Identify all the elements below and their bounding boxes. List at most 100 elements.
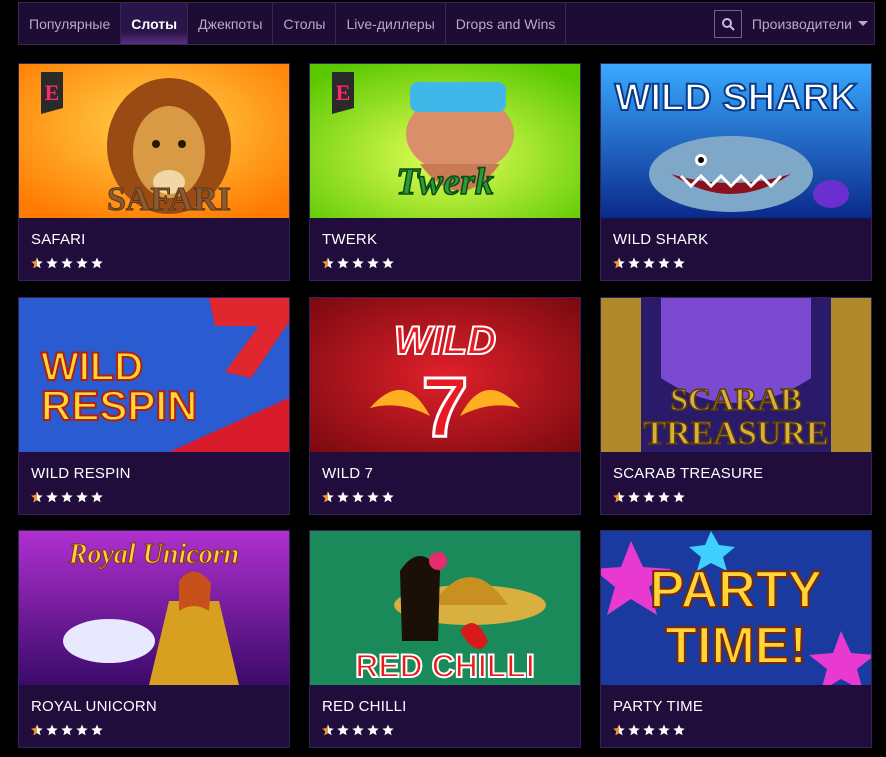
game-title: ROYAL UNICORN xyxy=(31,698,157,715)
game-card-safari[interactable]: E SAFARI SAFARI xyxy=(18,63,290,281)
game-logo-text: PARTY xyxy=(650,561,822,619)
star-icon xyxy=(367,491,379,503)
game-title: WILD 7 xyxy=(322,465,374,482)
star-icon xyxy=(382,724,394,736)
game-logo-text: SCARAB xyxy=(670,381,802,417)
game-card-twerk[interactable]: E Twerk TWERK xyxy=(309,63,581,281)
star-icon xyxy=(31,257,43,269)
game-thumbnail: RED CHILLI xyxy=(310,531,580,685)
game-card-party-time[interactable]: PARTY TIME! PARTY TIME xyxy=(600,530,872,748)
star-icon xyxy=(337,724,349,736)
star-icon xyxy=(382,491,394,503)
star-icon xyxy=(643,724,655,736)
star-icon xyxy=(643,491,655,503)
star-icon xyxy=(613,491,625,503)
rating-stars xyxy=(613,491,685,503)
game-logo-text: WILD xyxy=(394,319,496,363)
star-icon xyxy=(31,491,43,503)
svg-text:RESPIN: RESPIN xyxy=(41,382,197,429)
game-title: WILD SHARK xyxy=(613,231,709,248)
tab-popular[interactable]: Популярные xyxy=(19,3,122,44)
game-title: WILD RESPIN xyxy=(31,465,131,482)
star-icon xyxy=(91,491,103,503)
game-thumbnail: PARTY TIME! xyxy=(601,531,871,685)
game-thumbnail: SCARAB TREASURE xyxy=(601,298,871,452)
tab-tables[interactable]: Столы xyxy=(273,3,337,44)
star-icon xyxy=(658,257,670,269)
star-icon xyxy=(673,724,685,736)
star-icon xyxy=(337,491,349,503)
providers-dropdown[interactable]: Производители xyxy=(752,16,874,32)
star-icon xyxy=(61,491,73,503)
search-icon xyxy=(721,17,735,31)
game-title: SAFARI xyxy=(31,231,86,248)
game-card-scarab-treasure[interactable]: SCARAB TREASURE SCARAB TREASURE xyxy=(600,297,872,515)
star-icon xyxy=(91,257,103,269)
rating-stars xyxy=(322,491,394,503)
star-icon xyxy=(322,257,334,269)
game-title: SCARAB TREASURE xyxy=(613,465,764,482)
tab-slots[interactable]: Слоты xyxy=(121,3,189,44)
search-button[interactable] xyxy=(713,9,742,38)
star-icon xyxy=(76,491,88,503)
tab-drops-and-wins[interactable]: Drops and Wins xyxy=(446,3,567,44)
game-logo-text: WILD SHARK xyxy=(615,77,858,119)
game-title: RED CHILLI xyxy=(322,698,407,715)
star-icon xyxy=(46,724,58,736)
game-title: TWERK xyxy=(322,231,378,248)
game-thumbnail: E SAFARI xyxy=(19,64,289,218)
rating-stars xyxy=(322,257,394,269)
game-logo-text: Royal Unicorn xyxy=(68,539,239,570)
rating-stars xyxy=(613,724,685,736)
game-thumbnail: WILD RESPIN xyxy=(19,298,289,452)
game-card-wild-7[interactable]: WILD 7 WILD 7 xyxy=(309,297,581,515)
game-thumbnail: Royal Unicorn xyxy=(19,531,289,685)
star-icon xyxy=(643,257,655,269)
star-icon xyxy=(76,257,88,269)
game-thumbnail: WILD SHARK xyxy=(601,64,871,218)
category-nav: Популярные Слоты Джекпоты Столы Live-дил… xyxy=(18,2,875,45)
star-icon xyxy=(46,491,58,503)
star-icon xyxy=(322,724,334,736)
game-title: PARTY TIME xyxy=(613,698,704,715)
providers-label: Производители xyxy=(751,15,852,32)
chevron-down-icon xyxy=(858,21,868,26)
star-icon xyxy=(337,257,349,269)
star-icon xyxy=(352,257,364,269)
game-card-wild-respin[interactable]: WILD RESPIN WILD RESPIN xyxy=(18,297,290,515)
star-icon xyxy=(613,724,625,736)
star-icon xyxy=(628,257,640,269)
game-logo-text: RED CHILLI xyxy=(355,648,535,684)
game-thumbnail: E Twerk xyxy=(310,64,580,218)
svg-text:E: E xyxy=(336,80,351,105)
rating-stars xyxy=(31,257,103,269)
star-icon xyxy=(352,491,364,503)
game-card-wild-shark[interactable]: WILD SHARK WILD SHARK xyxy=(600,63,872,281)
tab-live-dealers[interactable]: Live-диллеры xyxy=(336,3,446,44)
star-icon xyxy=(322,491,334,503)
game-card-royal-unicorn[interactable]: Royal Unicorn ROYAL UNICORN xyxy=(18,530,290,748)
star-icon xyxy=(673,491,685,503)
svg-text:TREASURE: TREASURE xyxy=(643,415,828,452)
star-icon xyxy=(628,724,640,736)
game-logo-text: Twerk xyxy=(396,161,494,203)
star-icon xyxy=(61,724,73,736)
star-icon xyxy=(31,724,43,736)
game-card-red-chilli[interactable]: RED CHILLI RED CHILLI xyxy=(309,530,581,748)
game-thumbnail: WILD 7 xyxy=(310,298,580,452)
star-icon xyxy=(61,257,73,269)
nav-right: Производители xyxy=(713,3,874,44)
star-icon xyxy=(367,724,379,736)
rating-stars xyxy=(322,724,394,736)
star-icon xyxy=(658,724,670,736)
tab-jackpots[interactable]: Джекпоты xyxy=(188,3,274,44)
star-icon xyxy=(628,491,640,503)
svg-text:7: 7 xyxy=(422,360,469,452)
star-icon xyxy=(382,257,394,269)
star-icon xyxy=(352,724,364,736)
game-logo-text: SAFARI xyxy=(107,181,231,218)
svg-text:TIME!: TIME! xyxy=(665,617,807,675)
star-icon xyxy=(367,257,379,269)
star-icon xyxy=(91,724,103,736)
rating-stars xyxy=(31,724,103,736)
